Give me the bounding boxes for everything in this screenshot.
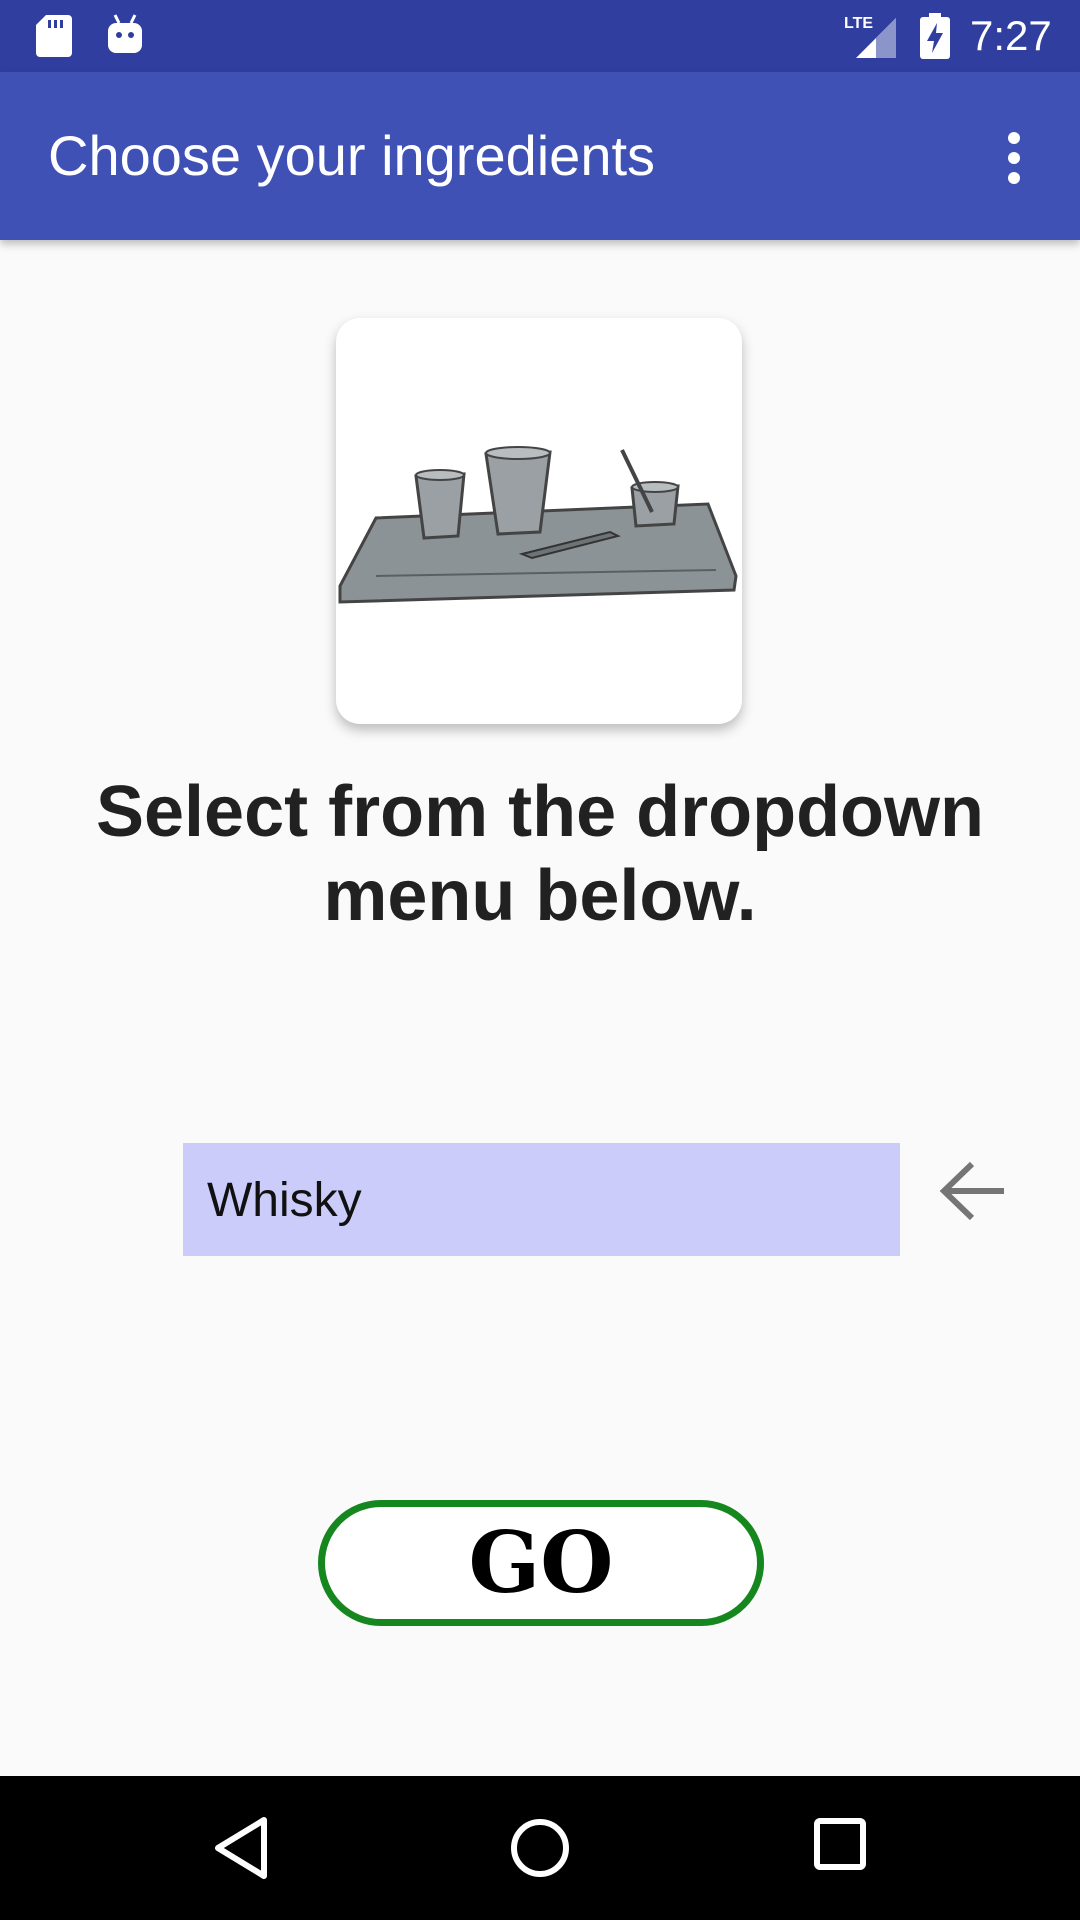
- instruction-heading: Select from the dropdown menu below.: [95, 772, 985, 936]
- android-debug-icon: [108, 14, 142, 53]
- nav-back-icon[interactable]: [210, 1814, 274, 1882]
- system-nav-bar: [0, 1776, 1080, 1920]
- arrow-back-icon[interactable]: [936, 1158, 1008, 1224]
- battery-charging-icon: [920, 13, 950, 59]
- svg-text:LTE: LTE: [844, 15, 873, 32]
- go-button-label: GO: [468, 1513, 614, 1612]
- page-title: Choose your ingredients: [48, 124, 656, 187]
- bar-tray-illustration: [338, 446, 738, 604]
- dropdown-selected-value: Whisky: [207, 1174, 362, 1227]
- app-bar: Choose your ingredients: [0, 72, 1080, 240]
- sd-card-icon: [36, 15, 72, 57]
- ingredient-dropdown[interactable]: Whisky: [183, 1143, 900, 1256]
- bar-tray-image: [336, 318, 742, 724]
- status-bar: LTE 7:27: [0, 0, 1080, 72]
- more-vert-icon[interactable]: [990, 128, 1038, 188]
- lte-signal-icon: LTE: [844, 15, 896, 58]
- go-button[interactable]: GO: [318, 1500, 764, 1626]
- nav-recents-icon[interactable]: [812, 1816, 868, 1872]
- nav-home-icon[interactable]: [508, 1814, 572, 1882]
- clock: 7:27: [970, 12, 1052, 59]
